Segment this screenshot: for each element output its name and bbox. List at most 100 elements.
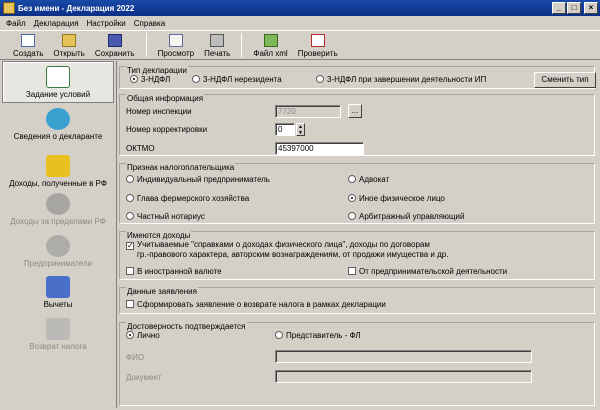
group-title: Достоверность подтверждается — [126, 322, 247, 331]
tax-return-icon — [46, 318, 70, 340]
printer-icon — [210, 34, 225, 47]
checkbox-label: От предпринимательской деятельности — [359, 267, 508, 276]
toolbar-separator — [145, 33, 147, 57]
fio-field — [275, 350, 532, 363]
certificates-checkbox[interactable]: ✓ Учитываемые "справками о доходах физиче… — [126, 240, 430, 250]
sidebar-item-income-rf[interactable]: Доходы, полученные в РФ — [2, 155, 114, 195]
preview-icon — [168, 34, 183, 47]
radio-3ndfl-nonresident[interactable]: 3-НДФЛ нерезидента — [192, 75, 282, 85]
radio-label: Лично — [137, 331, 160, 340]
sidebar-item-label: Сведения о декларанте — [13, 132, 103, 141]
radio-label: 3-НДФЛ — [141, 75, 171, 84]
radio-personal[interactable]: Лично — [126, 331, 160, 341]
conditions-icon — [46, 66, 70, 88]
radio-dot — [348, 194, 356, 202]
change-type-button[interactable]: Сменить тип — [534, 72, 596, 88]
oktmo-field[interactable]: 45397000 — [275, 142, 364, 155]
sidebar-item-label: Доходы за пределами РФ — [10, 217, 106, 226]
folder-open-icon — [62, 34, 77, 47]
toolbar: Создать Открыть Сохранить Просмотр Печат… — [0, 30, 600, 60]
sidebar-item-conditions[interactable]: Задание условий — [2, 61, 114, 103]
checkbox-label: Сформировать заявление о возврате налога… — [137, 300, 386, 309]
radio-other-person[interactable]: Иное физическое лицо — [348, 194, 445, 204]
checkbox-label: В иностранной валюте — [137, 267, 222, 276]
print-button[interactable]: Печать — [199, 31, 235, 59]
sidebar-item-label: Задание условий — [25, 90, 91, 99]
correction-field[interactable]: 0 — [275, 123, 295, 136]
group-title: Тип декларации — [126, 66, 188, 75]
radio-label: Представитель - ФЛ — [286, 331, 361, 340]
radio-label: Иное физическое лицо — [359, 194, 445, 203]
title-bar: Без имени - Декларация 2022 _ □ × — [0, 0, 600, 16]
document-field — [275, 370, 532, 383]
toolbar-separator — [241, 33, 243, 57]
create-button[interactable]: Создать — [8, 31, 48, 59]
sidebar-item-label: Предприниматели — [24, 259, 92, 268]
radio-lawyer[interactable]: Адвокат — [348, 175, 389, 185]
preview-button-label: Просмотр — [157, 49, 195, 58]
foreign-currency-checkbox[interactable]: В иностранной валюте — [126, 267, 222, 277]
statements-group: Данные заявления Сформировать заявление … — [119, 287, 595, 314]
business-income-checkbox[interactable]: От предпринимательской деятельности — [348, 267, 507, 277]
fio-label: ФИО — [126, 353, 145, 362]
sidebar-item-entrepreneurs[interactable]: Предприниматели — [2, 235, 114, 275]
radio-dot — [126, 212, 134, 220]
radio-representative[interactable]: Представитель - ФЛ — [275, 331, 361, 341]
check-document-icon — [310, 34, 325, 47]
oktmo-label: ОКТМО — [126, 144, 155, 153]
maximize-icon[interactable]: □ — [567, 2, 581, 14]
xml-file-button[interactable]: Файл xml — [248, 31, 292, 59]
sidebar-item-deductions[interactable]: Вычеты — [2, 276, 114, 316]
correction-spinner[interactable]: ▲ ▼ — [296, 123, 305, 136]
certificates-label-line2: гр.-правового характера, авторским возна… — [137, 250, 449, 259]
radio-dot — [192, 75, 200, 83]
radio-dot — [348, 212, 356, 220]
check-button[interactable]: Проверить — [293, 31, 343, 59]
radio-label: 3-НДФЛ нерезидента — [203, 75, 282, 84]
open-button[interactable]: Открыть — [48, 31, 89, 59]
taxpayer-group: Признак налогоплательщика Индивидуальный… — [119, 163, 595, 224]
group-title: Признак налогоплательщика — [126, 163, 236, 172]
radio-label: Арбитражный управляющий — [359, 212, 465, 221]
sidebar-item-label: Доходы, полученные в РФ — [9, 179, 107, 188]
refund-statement-checkbox[interactable]: Сформировать заявление о возврате налога… — [126, 300, 386, 310]
radio-label: Адвокат — [359, 175, 390, 184]
authenticity-group: Достоверность подтверждается Лично Предс… — [119, 322, 595, 406]
menu-settings[interactable]: Настройки — [87, 19, 126, 28]
close-icon[interactable]: × — [584, 2, 598, 14]
radio-ip[interactable]: Индивидуальный предприниматель — [126, 175, 270, 185]
group-title: Данные заявления — [126, 287, 198, 296]
coins-icon — [46, 155, 70, 177]
general-info-group: Общая информация Номер инспекции 7720 ..… — [119, 94, 595, 156]
minimize-icon[interactable]: _ — [552, 2, 566, 14]
radio-notary[interactable]: Частный нотариус — [126, 212, 205, 222]
group-title: Общая информация — [126, 94, 205, 103]
radio-farm-head[interactable]: Глава фермерского хозяйства — [126, 194, 249, 204]
inspection-label: Номер инспекции — [126, 107, 192, 116]
preview-button[interactable]: Просмотр — [153, 31, 200, 59]
open-button-label: Открыть — [53, 49, 85, 58]
sidebar-item-tax-return[interactable]: Возврат налога — [2, 318, 114, 358]
sidebar-item-income-abroad[interactable]: Доходы за пределами РФ — [2, 193, 114, 233]
sidebar-item-declarant[interactable]: Сведения о декларанте — [2, 108, 114, 148]
menu-help[interactable]: Справка — [134, 19, 165, 28]
checkbox-box — [126, 267, 134, 275]
declarant-icon — [46, 108, 70, 130]
radio-dot — [126, 331, 134, 339]
checkbox-label: Учитываемые "справками о доходах физичес… — [137, 240, 430, 249]
save-button[interactable]: Сохранить — [90, 31, 140, 59]
gears-icon — [46, 235, 70, 257]
radio-arbitration-manager[interactable]: Арбитражный управляющий — [348, 212, 464, 222]
check-button-label: Проверить — [297, 49, 338, 58]
radio-3ndfl-ip-closure[interactable]: 3-НДФЛ при завершении деятельности ИП — [316, 75, 486, 85]
radio-3ndfl[interactable]: 3-НДФЛ — [130, 75, 170, 85]
deductions-icon — [46, 276, 70, 298]
sidebar-item-label: Вычеты — [43, 300, 73, 309]
main-panel: Тип декларации 3-НДФЛ 3-НДФЛ нерезидента… — [116, 61, 598, 408]
floppy-disk-icon — [107, 34, 122, 47]
menu-declaration[interactable]: Декларация — [34, 19, 79, 28]
new-document-icon — [21, 34, 36, 47]
check-mark-icon: ✓ — [126, 241, 134, 250]
menu-file[interactable]: Файл — [6, 19, 26, 28]
inspection-browse-button[interactable]: ... — [348, 104, 362, 118]
